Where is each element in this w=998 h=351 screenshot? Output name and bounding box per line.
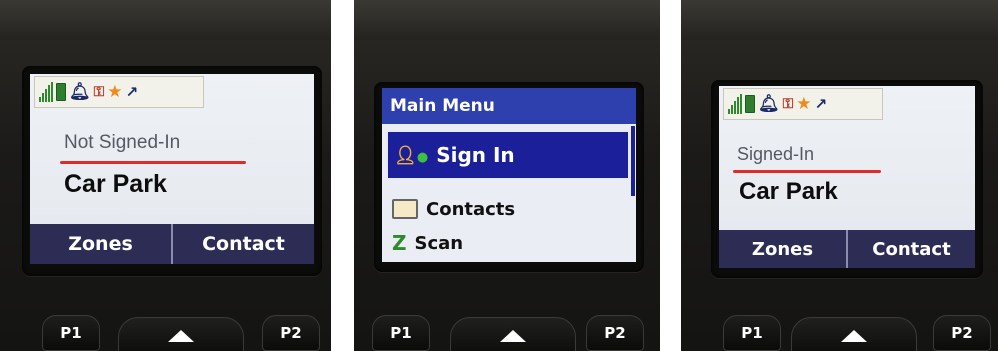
sign-in-person-icon: 👤︎● (394, 144, 429, 166)
keypad: P1 P2 (681, 315, 998, 351)
sign-in-status-text: Signed-In (737, 144, 815, 164)
battery-icon (56, 83, 66, 101)
menu-item-label: Sign In (436, 143, 515, 167)
menu-item-scan[interactable]: Z Scan (386, 228, 630, 258)
zone-name: Car Park (64, 170, 167, 198)
p1-key[interactable]: P1 (723, 315, 781, 351)
p1-key[interactable]: P1 (372, 315, 430, 351)
p2-key[interactable]: P2 (262, 315, 320, 351)
keypad: P1 P2 (354, 315, 660, 351)
nav-up-key[interactable] (118, 317, 244, 351)
photo-panel-not-signed-in: 🔔︎ ⚿ ★ ↗ Not Signed-In Car Park Zones Co… (0, 0, 331, 351)
contact-softkey[interactable]: Contact (171, 224, 314, 264)
contacts-card-icon (392, 199, 418, 219)
photo-panel-main-menu: Main Menu 👤︎● Sign In Contacts Z Scan P1… (354, 0, 660, 351)
signal-strength-icon (728, 94, 742, 114)
status-bar: 🔔︎ ⚿ ★ ↗ (723, 88, 883, 120)
p2-key[interactable]: P2 (933, 315, 991, 351)
zone-name: Car Park (739, 178, 838, 205)
key-crossed-icon: ⚿ (782, 96, 794, 112)
radio-screen: 🔔︎ ⚿ ★ ↗ Signed-In Car Park Zones Contac… (719, 86, 975, 268)
annotation-underline (60, 161, 246, 164)
nav-up-key[interactable] (450, 317, 576, 351)
up-arrow-icon (500, 330, 526, 342)
bell-icon: 🔔︎ (758, 93, 780, 114)
radio-screen: Main Menu 👤︎● Sign In Contacts Z Scan (382, 88, 636, 262)
softkey-bar: Zones Contact (719, 230, 975, 268)
contact-softkey[interactable]: Contact (846, 230, 975, 268)
status-bar: 🔔︎ ⚿ ★ ↗ (34, 76, 204, 108)
zones-softkey[interactable]: Zones (30, 224, 171, 264)
star-icon: ★ (107, 81, 123, 102)
sign-in-status-text: Not Signed-In (64, 132, 181, 153)
softkey-bar: Zones Contact (30, 224, 314, 264)
scan-z-icon: Z (392, 231, 407, 255)
key-crossed-icon: ⚿ (93, 84, 105, 100)
up-arrow-icon (168, 330, 194, 342)
nav-up-key[interactable] (791, 317, 917, 351)
menu-item-label: Scan (414, 232, 464, 254)
menu-item-label: Contacts (426, 198, 516, 220)
menu-scrollbar[interactable] (631, 126, 635, 196)
zones-softkey[interactable]: Zones (719, 230, 846, 268)
photo-panel-signed-in: 🔔︎ ⚿ ★ ↗ Signed-In Car Park Zones Contac… (681, 0, 998, 351)
up-arrow-icon (841, 330, 867, 342)
p2-key[interactable]: P2 (586, 315, 644, 351)
keypad: P1 P2 (0, 315, 331, 351)
satellite-icon: ↗ (125, 82, 139, 101)
menu-title: Main Menu (382, 88, 636, 124)
satellite-icon: ↗ (814, 94, 828, 113)
signal-strength-icon (39, 82, 53, 102)
battery-icon (745, 95, 755, 113)
p1-key[interactable]: P1 (42, 315, 100, 351)
star-icon: ★ (796, 93, 812, 114)
menu-item-sign-in[interactable]: 👤︎● Sign In (386, 130, 630, 180)
annotation-underline (733, 170, 881, 173)
radio-screen: 🔔︎ ⚿ ★ ↗ Not Signed-In Car Park Zones Co… (30, 74, 314, 264)
bell-icon: 🔔︎ (69, 81, 91, 102)
menu-item-contacts[interactable]: Contacts (386, 194, 630, 224)
